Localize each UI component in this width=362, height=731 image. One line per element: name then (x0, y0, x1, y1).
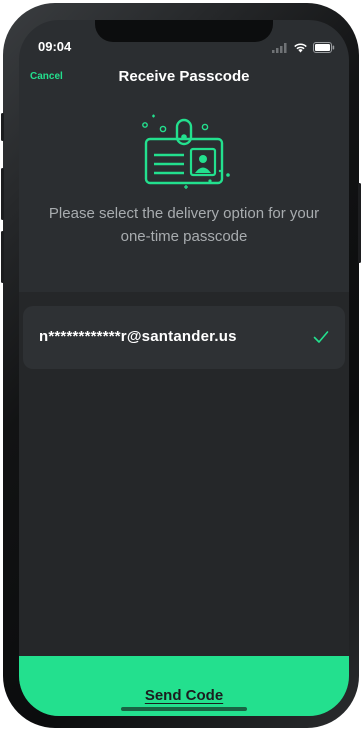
hero-section: Please select the delivery option for yo… (19, 96, 349, 292)
battery-icon (313, 40, 335, 58)
side-button (1, 231, 4, 283)
delivery-option-email[interactable]: n************r@santander.us (23, 306, 345, 369)
home-indicator (121, 707, 247, 711)
checkmark-icon (313, 330, 329, 349)
send-code-label: Send Code (144, 686, 224, 704)
phone-frame: 09:04 Cancel Receive Passcode Please sel… (1, 3, 361, 728)
delivery-option-label: n************r@santander.us (39, 328, 237, 345)
notch (95, 20, 273, 42)
instructions-text: Please select the delivery option for yo… (48, 205, 320, 245)
status-time: 09:04 (38, 39, 72, 54)
side-button (1, 168, 4, 220)
side-button (1, 113, 4, 141)
side-button (358, 183, 361, 263)
wifi-icon (293, 40, 308, 58)
nav-header: Cancel Receive Passcode (19, 60, 349, 96)
app-screen: 09:04 Cancel Receive Passcode Please sel… (19, 20, 349, 716)
id-badge-icon (134, 109, 234, 196)
delivery-options-list: n************r@santander.us (19, 292, 349, 656)
cellular-signal-icon (272, 40, 288, 58)
status-icons (272, 40, 335, 58)
page-title: Receive Passcode (118, 68, 250, 85)
